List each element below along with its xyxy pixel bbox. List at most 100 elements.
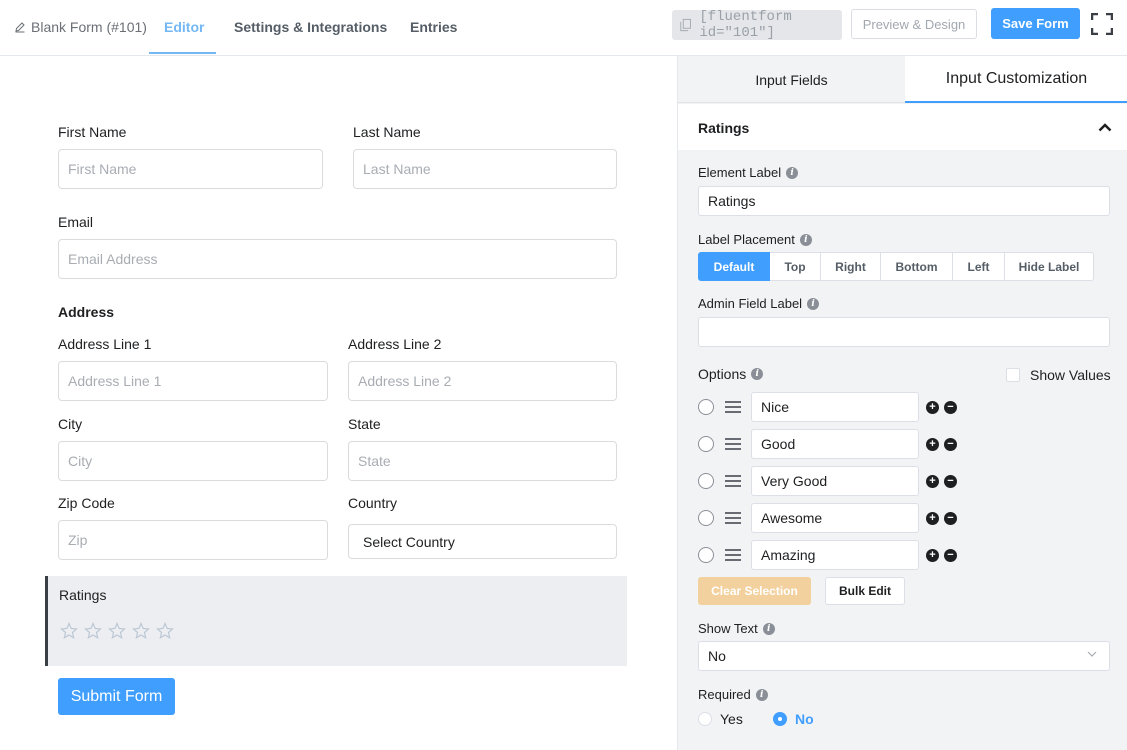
required-no-radio[interactable] <box>773 712 787 726</box>
drag-handle-icon[interactable] <box>725 401 741 413</box>
add-option-icon[interactable]: + <box>926 549 939 562</box>
add-option-icon[interactable]: + <box>926 438 939 451</box>
save-form-button[interactable]: Save Form <box>991 8 1080 39</box>
bulk-edit-button[interactable]: Bulk Edit <box>825 577 905 605</box>
placement-left-button[interactable]: Left <box>953 252 1005 281</box>
option-label-input[interactable]: Very Good <box>751 466 919 496</box>
info-icon[interactable]: i <box>807 297 820 310</box>
panel-tabs: Input Fields Input Customization <box>678 56 1127 103</box>
remove-option-icon[interactable]: − <box>944 549 957 562</box>
city-input[interactable]: City <box>58 441 328 481</box>
admin-field-label-label: Admin Field Label i <box>698 296 820 311</box>
last-name-input[interactable]: Last Name <box>353 149 617 189</box>
option-default-radio[interactable] <box>698 547 714 563</box>
remove-option-icon[interactable]: − <box>944 438 957 451</box>
required-yes-option[interactable]: Yes <box>698 711 743 727</box>
preview-design-button[interactable]: Preview & Design <box>851 9 977 39</box>
show-text-value: No <box>708 648 726 664</box>
option-default-radio[interactable] <box>698 399 714 415</box>
top-bar: Blank Form (#101) Editor Settings & Inte… <box>0 0 1127 56</box>
chevron-up-icon <box>1098 123 1112 132</box>
first-name-input[interactable]: First Name <box>58 149 323 189</box>
add-option-icon[interactable]: + <box>926 475 939 488</box>
star-icon[interactable] <box>60 622 78 640</box>
city-label: City <box>58 416 83 432</box>
zip-input[interactable]: Zip <box>58 520 328 560</box>
tab-input-fields[interactable]: Input Fields <box>678 56 905 103</box>
option-default-radio[interactable] <box>698 510 714 526</box>
option-label-input[interactable]: Amazing <box>751 540 919 570</box>
email-label: Email <box>58 214 94 230</box>
star-icon[interactable] <box>84 622 102 640</box>
placement-default-button[interactable]: Default <box>698 252 770 281</box>
option-label-input[interactable]: Good <box>751 429 919 459</box>
tab-input-customization[interactable]: Input Customization <box>905 56 1127 103</box>
shortcode-copy[interactable]: [fluentform id="101"] <box>672 9 842 41</box>
clear-selection-button[interactable]: Clear Selection <box>698 577 811 605</box>
option-label-input[interactable]: Nice <box>751 392 919 422</box>
placement-right-button[interactable]: Right <box>821 252 881 281</box>
drag-handle-icon[interactable] <box>725 438 741 450</box>
show-values-toggle[interactable]: Show Values <box>1006 367 1111 383</box>
state-input[interactable]: State <box>348 441 617 481</box>
settings-panel: Input Fields Input Customization Ratings… <box>677 56 1127 750</box>
placement-hide-label-button[interactable]: Hide Label <box>1005 252 1094 281</box>
remove-option-icon[interactable]: − <box>944 401 957 414</box>
remove-option-icon[interactable]: − <box>944 475 957 488</box>
star-icon[interactable] <box>132 622 150 640</box>
label-placement-text: Label Placement <box>698 232 795 247</box>
tab-editor[interactable]: Editor <box>164 19 204 35</box>
tab-entries[interactable]: Entries <box>410 19 457 35</box>
add-option-icon[interactable]: + <box>926 401 939 414</box>
ratings-field-selected[interactable]: Ratings <box>45 576 627 666</box>
show-values-checkbox[interactable] <box>1006 368 1020 382</box>
address-line2-input[interactable]: Address Line 2 <box>348 361 617 401</box>
email-input[interactable]: Email Address <box>58 239 617 279</box>
tab-settings-integrations[interactable]: Settings & Integrations <box>234 19 387 35</box>
country-select[interactable]: Select Country <box>348 524 617 559</box>
submit-form-button[interactable]: Submit Form <box>58 678 175 715</box>
option-label-input[interactable]: Awesome <box>751 503 919 533</box>
required-no-option[interactable]: No <box>773 711 814 727</box>
info-icon[interactable]: i <box>786 166 799 179</box>
show-text-select[interactable]: No <box>698 641 1110 671</box>
pencil-icon <box>15 22 25 33</box>
required-no-label: No <box>795 711 814 727</box>
info-icon[interactable]: i <box>751 368 764 380</box>
show-values-label: Show Values <box>1030 367 1111 383</box>
active-tab-indicator <box>149 52 216 54</box>
option-row: Nice + − <box>698 392 1118 422</box>
info-icon[interactable]: i <box>755 688 768 701</box>
placement-bottom-button[interactable]: Bottom <box>881 252 953 281</box>
drag-handle-icon[interactable] <box>725 549 741 561</box>
add-option-icon[interactable]: + <box>926 512 939 525</box>
label-placement-group: Default Top Right Bottom Left Hide Label <box>698 252 1094 281</box>
info-icon[interactable]: i <box>799 233 812 246</box>
drag-handle-icon[interactable] <box>725 512 741 524</box>
ratings-accordion-header[interactable]: Ratings <box>678 104 1127 150</box>
option-row: Awesome + − <box>698 503 1118 533</box>
zip-label: Zip Code <box>58 495 115 511</box>
required-yes-radio[interactable] <box>698 712 712 726</box>
admin-field-label-input[interactable] <box>698 317 1110 347</box>
element-label-input[interactable]: Ratings <box>698 186 1110 216</box>
form-title[interactable]: Blank Form (#101) <box>14 19 147 35</box>
address-line1-label: Address Line 1 <box>58 336 152 352</box>
drag-handle-icon[interactable] <box>725 475 741 487</box>
ratings-stars <box>60 622 174 640</box>
info-icon[interactable]: i <box>762 622 775 635</box>
copy-icon <box>680 18 691 32</box>
option-row: Very Good + − <box>698 466 1118 496</box>
show-text-text: Show Text <box>698 621 758 636</box>
option-default-radio[interactable] <box>698 473 714 489</box>
placement-top-button[interactable]: Top <box>770 252 821 281</box>
required-label: Required i <box>698 687 768 702</box>
option-default-radio[interactable] <box>698 436 714 452</box>
address-title: Address <box>58 304 115 320</box>
star-icon[interactable] <box>156 622 174 640</box>
remove-option-icon[interactable]: − <box>944 512 957 525</box>
address-line1-input[interactable]: Address Line 1 <box>58 361 328 401</box>
required-text: Required <box>698 687 751 702</box>
star-icon[interactable] <box>108 622 126 640</box>
fullscreen-icon[interactable] <box>1091 13 1113 35</box>
